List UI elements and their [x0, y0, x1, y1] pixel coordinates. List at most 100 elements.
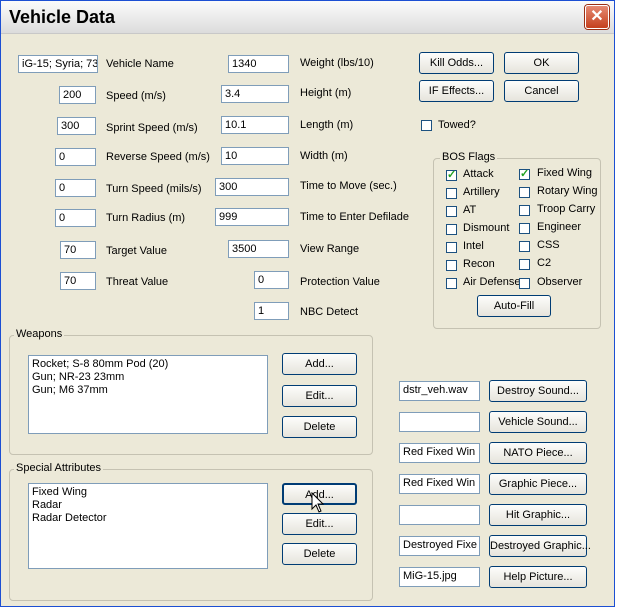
target-value-field[interactable]: 70: [60, 241, 96, 259]
attr-delete-button[interactable]: Delete: [282, 543, 357, 565]
nbc-detect-field[interactable]: 1: [254, 302, 289, 320]
sprint-speed-label: Sprint Speed (m/s): [106, 122, 198, 134]
bos-flag-checkbox[interactable]: [519, 223, 530, 234]
bos-flag-label: Artillery: [463, 186, 500, 198]
bos-flag-checkbox[interactable]: [446, 168, 457, 181]
ok-button[interactable]: OK: [504, 52, 579, 74]
asset-browse-button[interactable]: Destroyed Graphic...: [489, 535, 591, 557]
reverse-speed-label: Reverse Speed (m/s): [106, 151, 210, 163]
nbc-detect-label: NBC Detect: [300, 306, 359, 318]
vehicle-data-window: Vehicle Data ✕ iG-15; Syria; 73 Vehicle …: [0, 0, 615, 607]
bos-flag-checkbox[interactable]: [519, 187, 530, 198]
asset-browse-button[interactable]: Destroy Sound...: [489, 380, 587, 402]
time-to-defilade-label: Time to Enter Defilade: [300, 211, 410, 223]
auto-fill-button[interactable]: Auto-Fill: [477, 295, 551, 317]
bos-flag-checkbox[interactable]: [446, 224, 457, 235]
asset-browse-button[interactable]: Graphic Piece...: [489, 473, 587, 495]
list-item[interactable]: Radar: [32, 499, 264, 512]
bos-flag-label: AT: [463, 204, 477, 216]
asset-browse-button[interactable]: Vehicle Sound...: [489, 411, 587, 433]
mouse-cursor-icon: [311, 492, 325, 513]
view-range-label: View Range: [300, 243, 360, 255]
title-bar[interactable]: Vehicle Data ✕: [1, 1, 614, 34]
turn-speed-label: Turn Speed (mils/s): [106, 183, 202, 195]
protection-value-label: Protection Value: [300, 276, 380, 288]
bos-flag-checkbox[interactable]: [519, 259, 530, 270]
towed-label: Towed?: [438, 119, 476, 131]
weapons-delete-button[interactable]: Delete: [282, 416, 357, 438]
weapons-edit-button[interactable]: Edit...: [282, 385, 357, 407]
weapons-add-button[interactable]: Add...: [282, 353, 357, 375]
bos-flag-label: Air Defense: [463, 276, 521, 288]
length-label: Length (m): [300, 119, 354, 131]
bos-flag-label: CSS: [537, 239, 560, 251]
time-to-move-label: Time to Move (sec.): [300, 180, 397, 192]
bos-flag-label: Engineer: [537, 221, 582, 233]
bos-flag-checkbox[interactable]: [519, 167, 530, 180]
bos-flag-checkbox[interactable]: [519, 241, 530, 252]
asset-file-field[interactable]: [399, 505, 480, 525]
turn-speed-field[interactable]: 0: [55, 179, 96, 197]
protection-value-field[interactable]: 0: [254, 271, 289, 289]
asset-file-field[interactable]: Red Fixed Win: [399, 443, 480, 463]
bos-flag-checkbox[interactable]: [446, 278, 457, 289]
time-to-move-field[interactable]: 300: [215, 178, 289, 196]
asset-file-field[interactable]: [399, 412, 480, 432]
bos-flag-label: Observer: [537, 276, 583, 288]
bos-flag-label: Attack: [463, 168, 494, 180]
asset-file-field[interactable]: dstr_veh.wav: [399, 381, 480, 401]
weapons-title: Weapons: [14, 328, 65, 340]
bos-flag-label: Recon: [463, 258, 495, 270]
list-item[interactable]: Gun; M6 37mm: [32, 384, 264, 397]
asset-browse-button[interactable]: Hit Graphic...: [489, 504, 587, 526]
weight-label: Weight (lbs/10): [300, 57, 374, 69]
threat-value-field[interactable]: 70: [60, 272, 96, 290]
list-item[interactable]: Gun; NR-23 23mm: [32, 371, 264, 384]
turn-radius-label: Turn Radius (m): [106, 212, 186, 224]
attr-edit-button[interactable]: Edit...: [282, 513, 357, 535]
bos-flag-label: Rotary Wing: [537, 185, 598, 197]
asset-file-field[interactable]: Red Fixed Win: [399, 474, 480, 494]
bos-flag-label: Fixed Wing: [537, 167, 593, 179]
asset-browse-button[interactable]: NATO Piece...: [489, 442, 587, 464]
if-effects-button[interactable]: IF Effects...: [419, 80, 494, 102]
list-item[interactable]: Radar Detector: [32, 512, 264, 525]
asset-browse-button[interactable]: Help Picture...: [489, 566, 587, 588]
special-attributes-title: Special Attributes: [14, 462, 103, 474]
bos-flag-label: Intel: [463, 240, 484, 252]
turn-radius-field[interactable]: 0: [55, 209, 96, 227]
speed-field[interactable]: 200: [59, 86, 96, 104]
weapons-list[interactable]: Rocket; S-8 80mm Pod (20) Gun; NR-23 23m…: [28, 355, 268, 434]
bos-flag-checkbox[interactable]: [446, 206, 457, 217]
length-field[interactable]: 10.1: [221, 116, 289, 134]
bos-flag-checkbox[interactable]: [519, 278, 530, 289]
window-title: Vehicle Data: [9, 7, 116, 27]
width-field[interactable]: 10: [221, 147, 289, 165]
special-attributes-list[interactable]: Fixed Wing Radar Radar Detector: [28, 483, 268, 569]
speed-label: Speed (m/s): [106, 90, 166, 102]
sprint-speed-field[interactable]: 300: [57, 117, 96, 135]
kill-odds-button[interactable]: Kill Odds...: [419, 52, 494, 74]
asset-file-field[interactable]: Destroyed Fixe: [399, 536, 480, 556]
bos-flag-label: Troop Carry: [537, 203, 596, 215]
view-range-field[interactable]: 3500: [228, 240, 289, 258]
cancel-button[interactable]: Cancel: [504, 80, 579, 102]
towed-checkbox[interactable]: [421, 120, 432, 131]
time-to-defilade-field[interactable]: 999: [215, 208, 289, 226]
list-item[interactable]: Fixed Wing: [32, 486, 264, 499]
bos-flag-checkbox[interactable]: [446, 242, 457, 253]
list-item[interactable]: Rocket; S-8 80mm Pod (20): [32, 358, 264, 371]
reverse-speed-field[interactable]: 0: [55, 148, 96, 166]
asset-file-field[interactable]: MiG-15.jpg: [399, 567, 480, 587]
vehicle-name-field[interactable]: iG-15; Syria; 73: [18, 55, 98, 73]
bos-flag-checkbox[interactable]: [446, 260, 457, 271]
weight-field[interactable]: 1340: [228, 55, 289, 73]
bos-flags-title: BOS Flags: [440, 151, 498, 163]
bos-flag-checkbox[interactable]: [519, 205, 530, 216]
bos-flag-label: C2: [537, 257, 552, 269]
bos-flag-checkbox[interactable]: [446, 188, 457, 199]
vehicle-name-label: Vehicle Name: [106, 58, 174, 70]
height-field[interactable]: 3.4: [221, 85, 289, 103]
close-icon[interactable]: ✕: [585, 5, 609, 29]
threat-value-label: Threat Value: [106, 276, 169, 288]
